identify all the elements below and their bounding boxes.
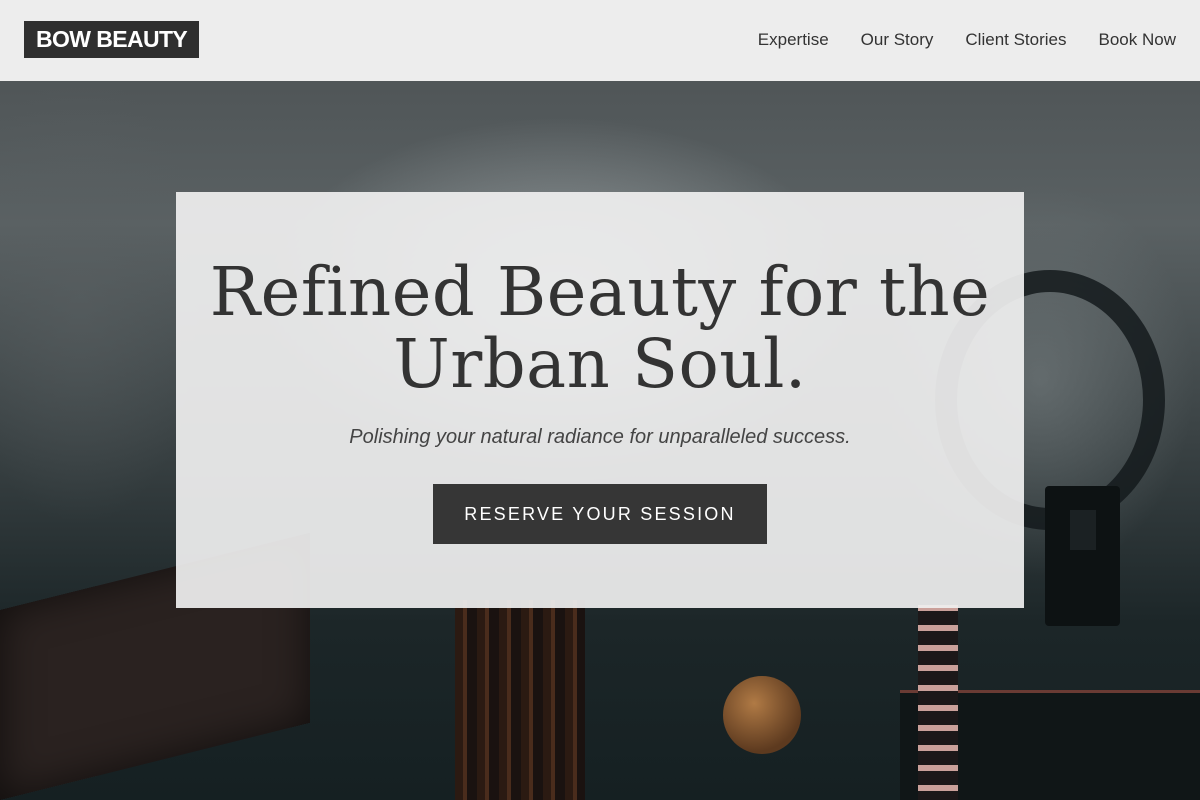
brush-holder-decoration — [455, 600, 585, 800]
main-nav: Expertise Our Story Client Stories Book … — [758, 29, 1176, 51]
nav-link-expertise[interactable]: Expertise — [758, 29, 829, 51]
hero-title: Refined Beauty for the Urban Soul. — [176, 256, 1024, 400]
brand-logo[interactable]: BOW BEAUTY — [24, 21, 200, 58]
hero-card: Refined Beauty for the Urban Soul. Polis… — [176, 192, 1024, 608]
hero-subtitle: Polishing your natural radiance for unpa… — [349, 426, 851, 448]
sponge-decoration — [723, 676, 801, 754]
bottle-cap-decoration — [1070, 510, 1096, 550]
nav-link-our-story[interactable]: Our Story — [861, 29, 934, 51]
site-header: BOW BEAUTY Expertise Our Story Client St… — [0, 0, 1200, 81]
lipstick-decoration — [918, 605, 958, 800]
nav-link-book-now[interactable]: Book Now — [1099, 29, 1176, 51]
reserve-session-button[interactable]: RESERVE YOUR SESSION — [433, 484, 767, 544]
bottle-decoration — [1045, 486, 1120, 626]
hero-title-line-1: Refined Beauty for the — [209, 253, 991, 331]
hero-title-line-2: Urban Soul. — [393, 325, 807, 403]
nav-link-client-stories[interactable]: Client Stories — [965, 29, 1066, 51]
